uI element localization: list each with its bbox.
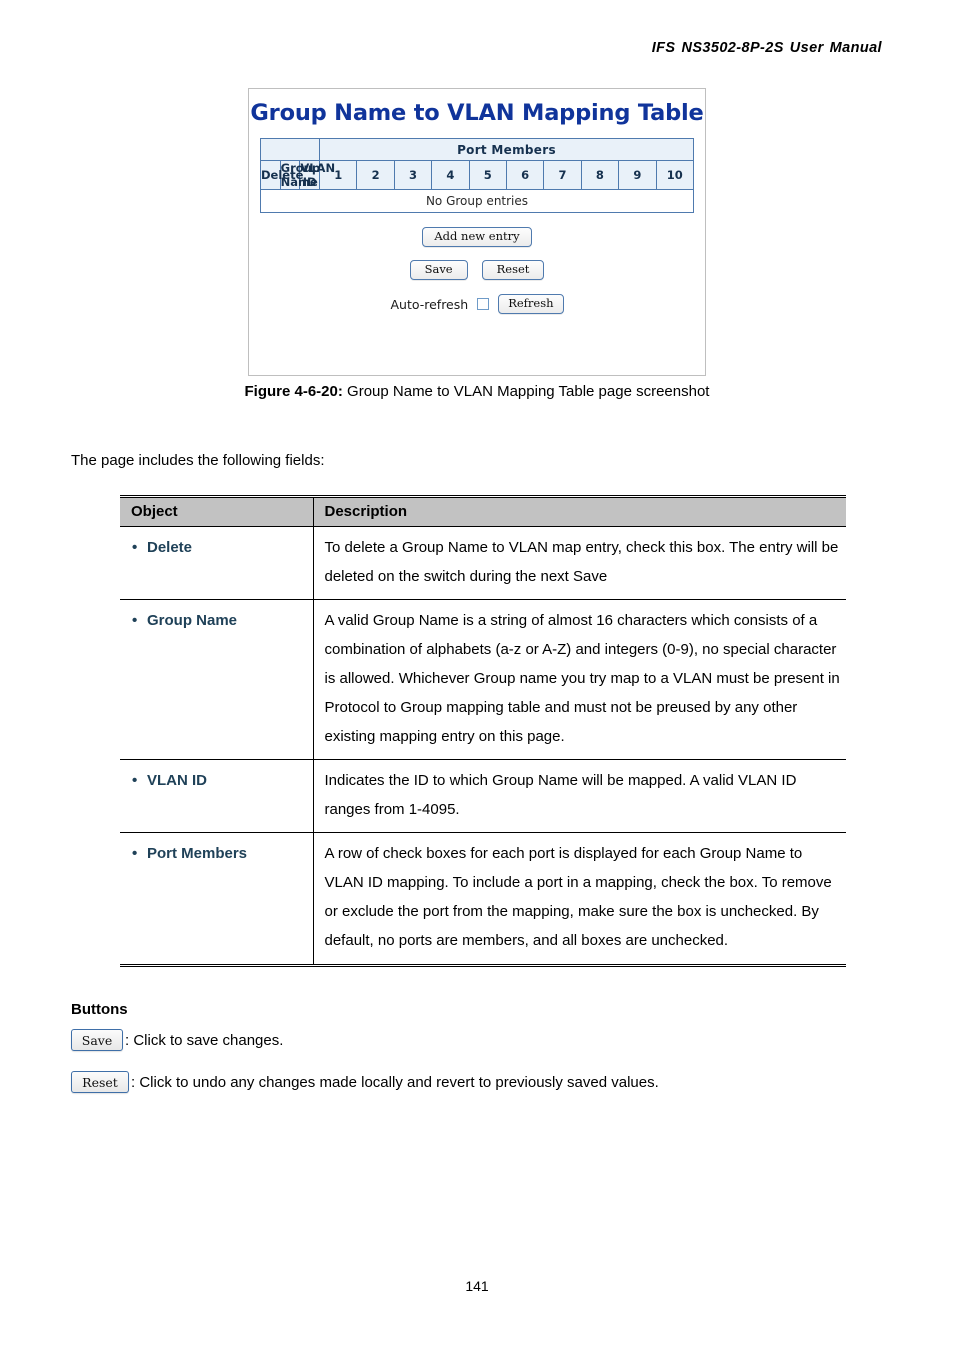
object-label: VLAN ID (131, 766, 207, 795)
no-entries-message: No Group entries (260, 189, 694, 213)
reset-button-glyph[interactable]: Reset (71, 1071, 129, 1093)
column-header-port-9: 9 (618, 160, 657, 190)
document-header: IFS NS3502-8P-2S User Manual (652, 40, 882, 56)
add-entry-button-row: Add new entry (249, 227, 705, 247)
add-new-entry-button[interactable]: Add new entry (422, 227, 532, 247)
save-button-description: : Click to save changes. (125, 1031, 284, 1049)
reset-button-description: : Click to undo any changes made locally… (131, 1073, 659, 1091)
save-reset-button-row: Save Reset (249, 260, 705, 280)
object-cell-vlan-id: VLAN ID (120, 759, 313, 833)
object-label: Delete (131, 533, 192, 562)
figure-screenshot-panel: Group Name to VLAN Mapping Table Port Me… (248, 88, 706, 376)
description-cell-delete: To delete a Group Name to VLAN map entry… (312, 526, 846, 600)
object-cell-group-name: Group Name (120, 599, 313, 760)
buttons-section-save-line: Save : Click to save changes. (71, 1029, 283, 1051)
auto-refresh-label: Auto-refresh (390, 296, 469, 312)
object-cell-port-members: Port Members (120, 832, 313, 967)
reset-button[interactable]: Reset (481, 260, 545, 280)
object-label: Port Members (131, 839, 247, 868)
lead-paragraph: The page includes the following fields: (71, 452, 325, 469)
buttons-section-heading: Buttons (71, 1001, 128, 1018)
object-cell-delete: Delete (120, 526, 313, 600)
figure-caption: Figure 4-6-20: Group Name to VLAN Mappin… (0, 383, 954, 400)
table-row: No Group entries (260, 189, 694, 213)
column-header-port-5: 5 (468, 160, 507, 190)
table-row: Port Members A row of check boxes for ea… (120, 832, 846, 967)
auto-refresh-checkbox[interactable] (477, 298, 490, 310)
port-members-group-header: Port Members (319, 138, 694, 161)
table-row: VLAN ID Indicates the ID to which Group … (120, 759, 846, 833)
auto-refresh-row: Auto-refresh Refresh (249, 294, 705, 314)
header-word-manual: Manual (829, 40, 882, 56)
buttons-section-reset-line: Reset : Click to undo any changes made l… (71, 1071, 659, 1093)
column-header-port-6: 6 (505, 160, 545, 190)
save-button-glyph[interactable]: Save (71, 1029, 123, 1051)
object-label: Group Name (131, 606, 237, 635)
column-header-port-4: 4 (431, 160, 470, 190)
page-number: 141 (465, 1278, 489, 1294)
blank-header-cell (260, 138, 320, 161)
column-header-port-8: 8 (580, 160, 620, 190)
description-cell-group-name: A valid Group Name is a string of almost… (312, 599, 846, 760)
figure-number: Figure 4-6-20: (244, 383, 343, 400)
column-header-port-3: 3 (393, 160, 433, 190)
table-header-row-columns: Delete Group Name VLAN ID 1 2 3 4 5 6 7 … (260, 160, 695, 190)
desc-header-row: Object Description (120, 495, 846, 527)
desc-column-header-object: Object (120, 495, 313, 527)
desc-column-header-description: Description (312, 495, 846, 527)
header-brand: IFS (651, 40, 676, 56)
table-row: Group Name A valid Group Name is a strin… (120, 599, 846, 760)
description-cell-port-members: A row of check boxes for each port is di… (312, 832, 846, 967)
column-header-port-10: 10 (655, 160, 695, 190)
column-header-port-7: 7 (543, 160, 582, 190)
field-description-table: Object Description Delete To delete a Gr… (120, 495, 846, 967)
figure-caption-text: Group Name to VLAN Mapping Table page sc… (347, 383, 710, 400)
column-header-group-name: Group Name (279, 160, 320, 190)
table-row: Delete To delete a Group Name to VLAN ma… (120, 526, 846, 600)
column-header-port-2: 2 (356, 160, 395, 190)
app-page-title: Group Name to VLAN Mapping Table (250, 100, 704, 126)
description-cell-vlan-id: Indicates the ID to which Group Name wil… (312, 759, 846, 833)
header-word-user: User (789, 40, 824, 56)
save-button[interactable]: Save (409, 260, 468, 280)
refresh-button[interactable]: Refresh (498, 294, 564, 314)
vlan-mapping-table: Port Members Delete Group Name VLAN ID 1… (260, 138, 695, 213)
field-description-table-container: Object Description Delete To delete a Gr… (120, 495, 846, 967)
table-header-row-top: Port Members (260, 138, 694, 161)
column-header-delete: Delete (260, 160, 303, 190)
header-model: NS3502-8P-2S (681, 40, 784, 56)
column-header-vlan-id: VLAN ID (299, 160, 336, 190)
vlan-mapping-table-container: Port Members Delete Group Name VLAN ID 1… (260, 138, 695, 213)
